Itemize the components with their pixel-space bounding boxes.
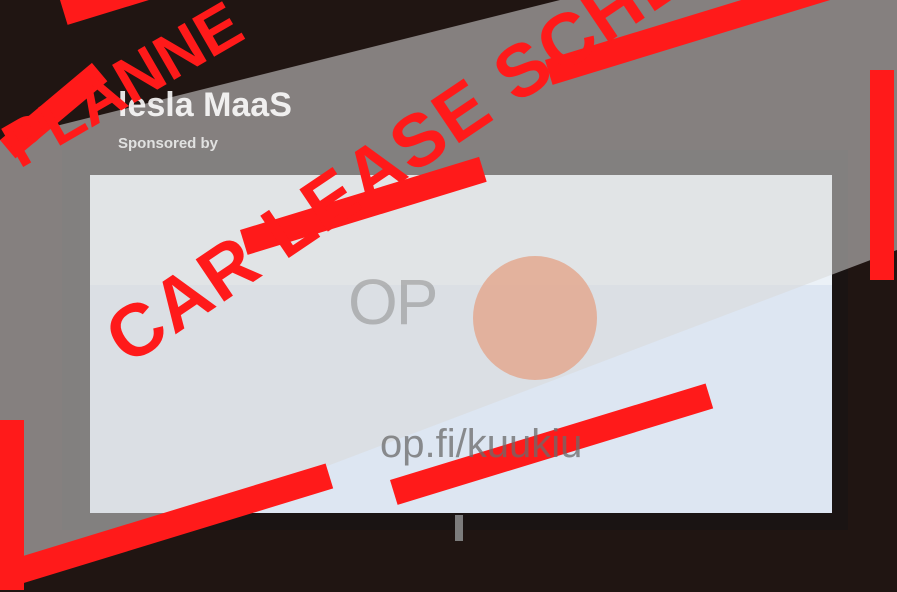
photo-scene: lesla MaaS Sponsored by OP op.fi/kuukiu … xyxy=(0,0,897,592)
sponsor-logo-text: OP xyxy=(348,266,438,338)
sponsor-url: op.fi/kuukiu xyxy=(380,422,583,466)
slide-subtitle: Sponsored by xyxy=(118,135,219,152)
